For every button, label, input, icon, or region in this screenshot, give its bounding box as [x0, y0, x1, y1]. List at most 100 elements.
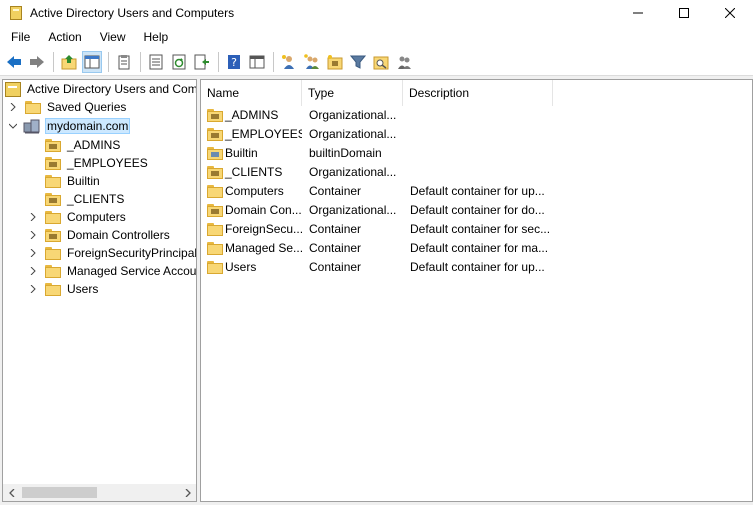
ou-icon [45, 156, 61, 170]
tree-item-label: Users [67, 282, 99, 296]
export-list-button[interactable] [192, 51, 212, 73]
back-button[interactable] [4, 51, 24, 73]
folder-icon [45, 246, 61, 260]
folder-icon [207, 242, 223, 255]
menu-bar: File Action View Help [0, 26, 753, 48]
expand-toggle[interactable] [7, 98, 19, 116]
minimize-icon [633, 12, 643, 14]
tree-item[interactable]: Domain Controllers [27, 226, 172, 244]
expand-toggle[interactable] [27, 244, 39, 262]
find-button[interactable] [371, 51, 391, 73]
close-button[interactable] [707, 0, 753, 26]
new-ou-icon [327, 54, 343, 69]
tree-item[interactable]: Users [27, 280, 100, 298]
cell-type: Organizational... [309, 165, 397, 179]
cell-type: Container [309, 241, 362, 255]
expand-toggle[interactable] [27, 208, 39, 226]
cell-name-text: Builtin [225, 146, 258, 160]
cell-name-text: _CLIENTS [225, 165, 283, 179]
column-header-type[interactable]: Type [302, 80, 403, 106]
properties-button[interactable] [146, 51, 166, 73]
list-pane[interactable]: Name Type Description _ADMINS Organizatio… [200, 79, 753, 502]
show-hide-tree-button[interactable] [82, 50, 102, 73]
chevron-down-icon [9, 123, 17, 129]
cell-description [403, 125, 549, 144]
menu-file[interactable]: File [2, 26, 39, 48]
cell-description: Default container for sec... [410, 222, 549, 236]
cell-description: Default container for ma... [410, 241, 549, 255]
new-group-icon [304, 53, 319, 69]
scroll-left-button[interactable] [3, 484, 20, 501]
menu-help[interactable]: Help [135, 26, 178, 48]
refresh-button[interactable] [169, 51, 189, 73]
show-hide-tree-icon [84, 55, 100, 68]
cell-type: Organizational... [309, 203, 397, 217]
tree-item[interactable]: ForeignSecurityPrincipals [27, 244, 196, 262]
chevron-right-icon [185, 488, 191, 497]
folder-icon [45, 210, 61, 224]
cell-description [403, 144, 549, 163]
tree-pane[interactable]: Active Directory Users and Com Saved Que… [2, 79, 197, 502]
list-item[interactable]: Users Container Default container for up..… [201, 258, 549, 277]
list-item[interactable]: ForeignSecu... Container Default container… [201, 220, 549, 239]
cell-type: Organizational... [309, 127, 397, 141]
scroll-thumb[interactable] [22, 487, 97, 498]
new-group-button[interactable] [302, 51, 322, 73]
tree-item[interactable]: Builtin [27, 172, 102, 190]
list-item[interactable]: Builtin builtinDomain [201, 144, 549, 163]
window-title: Active Directory Users and Computers [30, 6, 235, 20]
clipboard-button[interactable] [114, 51, 134, 73]
tree-item[interactable]: Computers [27, 208, 128, 226]
forward-button[interactable] [27, 51, 47, 73]
new-ou-button[interactable] [325, 51, 345, 73]
list-item[interactable]: _CLIENTS Organizational... [201, 163, 549, 182]
add-to-group-button[interactable] [394, 51, 414, 73]
list-item[interactable]: _EMPLOYEES Organizational... [201, 125, 549, 144]
help-button[interactable]: ? [224, 51, 244, 73]
forward-icon [30, 55, 44, 68]
column-header-name[interactable]: Name [201, 80, 302, 106]
cell-description: Default container for up... [410, 260, 545, 274]
folder-icon [45, 174, 61, 188]
scroll-track[interactable] [20, 484, 179, 501]
menu-action[interactable]: Action [39, 26, 90, 48]
maximize-button[interactable] [661, 0, 707, 26]
horizontal-scrollbar[interactable] [3, 484, 196, 501]
filter-button[interactable] [348, 51, 368, 73]
minimize-button[interactable] [615, 0, 661, 26]
builtin-icon [207, 147, 223, 160]
ou-icon [45, 228, 61, 242]
column-header-description[interactable]: Description [403, 80, 553, 106]
tree-item[interactable]: _CLIENTS [27, 190, 126, 208]
list-item[interactable]: Domain Con... Organizational... Default co… [201, 201, 549, 220]
cell-name: _ADMINS [201, 106, 302, 125]
list-item[interactable]: _ADMINS Organizational... [201, 106, 549, 125]
new-user-icon [282, 54, 294, 69]
add-to-group-icon [398, 56, 411, 69]
up-folder-button[interactable] [59, 51, 79, 73]
list-item[interactable]: Computers Container Default container for … [201, 182, 549, 201]
tree-item[interactable]: _ADMINS [27, 136, 122, 154]
expand-toggle[interactable] [27, 262, 39, 280]
scroll-right-button[interactable] [179, 484, 196, 501]
cell-name-text: _ADMINS [225, 108, 279, 122]
tree-item-label: Builtin [67, 174, 100, 188]
menu-view[interactable]: View [91, 26, 135, 48]
list-item[interactable]: Managed Se... Container Default container … [201, 239, 549, 258]
folder-icon [45, 282, 61, 296]
expand-toggle[interactable] [27, 280, 39, 298]
new-user-button[interactable] [279, 51, 299, 73]
tree-item-label: _CLIENTS [67, 192, 125, 206]
console-button[interactable] [247, 51, 267, 73]
tree-item-domain[interactable]: mydomain.com [7, 117, 131, 135]
tree-item[interactable]: _EMPLOYEES [27, 154, 150, 172]
filter-icon [350, 55, 366, 69]
tree-item[interactable]: Managed Service Accour [27, 262, 196, 280]
collapse-toggle[interactable] [7, 117, 19, 135]
tree-item-saved-queries[interactable]: Saved Queries [7, 98, 128, 116]
expand-toggle[interactable] [27, 226, 39, 244]
tree-item-root[interactable]: Active Directory Users and Com [5, 80, 196, 98]
